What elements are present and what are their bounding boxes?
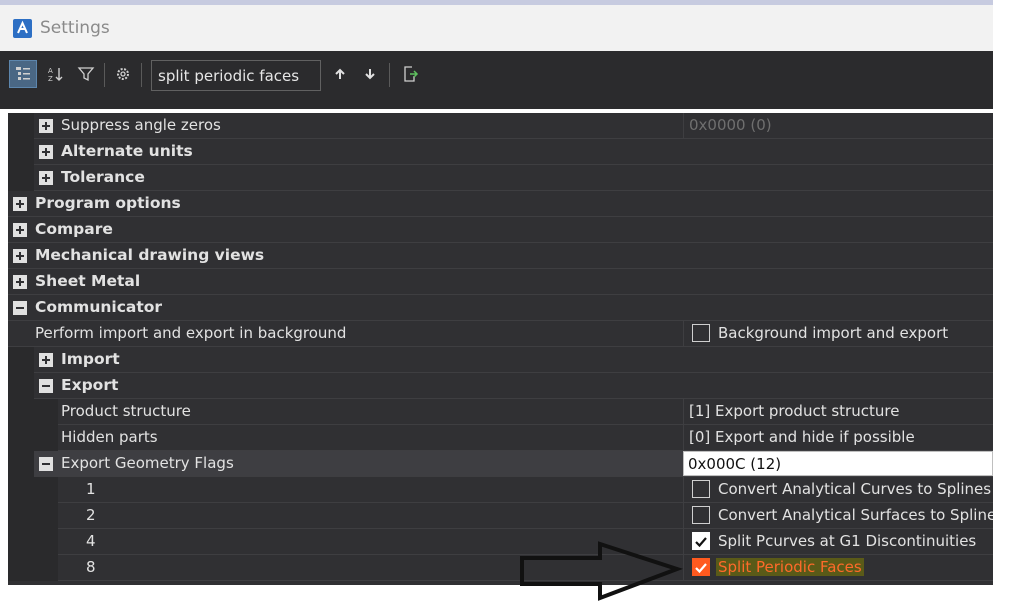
flag-row[interactable]: 4 Split Pcurves at G1 Discontinuities (8, 529, 993, 555)
filter-icon[interactable] (72, 60, 100, 88)
toolbar-separator (389, 63, 390, 87)
checkbox-label: Convert Analytical Surfaces to Splines (718, 506, 993, 524)
setting-row[interactable]: Suppress angle zeros 0x0000 (0) (8, 113, 993, 139)
svg-text:A: A (48, 67, 53, 75)
group-name: Export (61, 376, 119, 394)
expand-plus-icon[interactable] (39, 119, 53, 133)
flag-row[interactable]: 1 Convert Analytical Curves to Splines (8, 477, 993, 503)
setting-value: Background import and export (683, 321, 993, 346)
app-logo-icon (13, 19, 32, 38)
categorized-view-icon[interactable] (9, 60, 37, 88)
flag-bit: 8 (86, 558, 96, 576)
svg-text:Z: Z (48, 75, 53, 83)
setting-row[interactable]: Hidden parts [0] Export and hide if poss… (8, 425, 993, 451)
arrow-down-icon[interactable] (356, 60, 384, 88)
annotation-arrow-icon (520, 541, 684, 601)
flag-checkbox[interactable] (692, 506, 710, 524)
collapse-minus-icon[interactable] (13, 301, 27, 315)
toolbar-separator (141, 63, 142, 87)
setting-name: Export Geometry Flags (61, 454, 234, 472)
setting-name: Hidden parts (61, 428, 158, 446)
flag-checkbox-checked[interactable] (692, 558, 710, 576)
setting-group-row[interactable]: Export (8, 373, 993, 399)
expand-plus-icon[interactable] (39, 171, 53, 185)
setting-value[interactable]: [1] Export product structure (683, 399, 993, 424)
group-name: Sheet Metal (35, 272, 141, 290)
checkbox-label: Convert Analytical Curves to Splines (718, 480, 992, 498)
group-name: Mechanical drawing views (35, 246, 265, 264)
setting-value: Split Pcurves at G1 Discontinuities (683, 529, 993, 554)
setting-group-row[interactable]: Program options (8, 191, 993, 217)
flags-value-editor[interactable]: 0x000C (12) (683, 451, 993, 476)
setting-group-row[interactable]: Mechanical drawing views (8, 243, 993, 269)
setting-row[interactable]: Product structure [1] Export product str… (8, 399, 993, 425)
setting-name: Suppress angle zeros (61, 116, 221, 134)
expand-plus-icon[interactable] (13, 223, 27, 237)
flag-bit: 1 (86, 480, 96, 498)
flag-bit: 2 (86, 506, 96, 524)
highlighted-checkbox-label: Split Periodic Faces (716, 558, 864, 576)
search-input[interactable] (151, 60, 321, 91)
flag-row[interactable]: 8 Split Periodic Faces (8, 555, 993, 581)
expand-plus-icon[interactable] (13, 249, 27, 263)
group-name: Communicator (35, 298, 163, 316)
gear-icon[interactable] (109, 60, 137, 88)
setting-group-row[interactable]: Compare (8, 217, 993, 243)
window-title: Settings (40, 18, 110, 38)
group-name: Compare (35, 220, 113, 238)
flag-bit: 4 (86, 532, 96, 550)
setting-value: Convert Analytical Curves to Splines (683, 477, 993, 502)
sort-alpha-icon[interactable]: AZ (41, 60, 69, 88)
setting-name: Product structure (61, 402, 191, 420)
setting-row-selected[interactable]: Export Geometry Flags 0x000C (12) (8, 451, 993, 477)
arrow-up-icon[interactable] (326, 60, 354, 88)
expand-plus-icon[interactable] (39, 353, 53, 367)
setting-name: Perform import and export in background (35, 324, 347, 342)
checkbox-label: Split Pcurves at G1 Discontinuities (718, 532, 977, 550)
flag-checkbox-checked[interactable] (692, 532, 710, 550)
setting-value[interactable]: [0] Export and hide if possible (683, 425, 993, 450)
setting-group-row[interactable]: Sheet Metal (8, 269, 993, 295)
group-name: Import (61, 350, 120, 368)
checkbox-label: Background import and export (718, 324, 949, 342)
setting-group-row[interactable]: Alternate units (8, 139, 993, 165)
setting-group-row[interactable]: Communicator (8, 295, 993, 321)
group-name: Alternate units (61, 142, 193, 160)
setting-value: Convert Analytical Surfaces to Splines (683, 503, 993, 528)
settings-grid: Suppress angle zeros 0x0000 (0) Alternat… (8, 113, 993, 585)
background-checkbox[interactable] (692, 324, 710, 342)
setting-group-row[interactable]: Import (8, 347, 993, 373)
title-bar: Settings (0, 5, 993, 51)
expand-plus-icon[interactable] (13, 197, 27, 211)
group-name: Tolerance (61, 168, 145, 186)
flag-row[interactable]: 2 Convert Analytical Surfaces to Splines (8, 503, 993, 529)
expand-plus-icon[interactable] (39, 145, 53, 159)
collapse-minus-icon[interactable] (39, 379, 53, 393)
flag-checkbox[interactable] (692, 480, 710, 498)
toolbar-separator (104, 63, 105, 87)
group-name: Program options (35, 194, 181, 212)
setting-value[interactable]: 0x0000 (0) (683, 113, 993, 138)
toolbar: AZ (0, 51, 993, 109)
export-icon[interactable] (396, 60, 424, 88)
collapse-minus-icon[interactable] (39, 457, 53, 471)
setting-value: Split Periodic Faces (683, 555, 993, 580)
setting-row[interactable]: Perform import and export in background … (8, 321, 993, 347)
expand-plus-icon[interactable] (13, 275, 27, 289)
setting-group-row[interactable]: Tolerance (8, 165, 993, 191)
